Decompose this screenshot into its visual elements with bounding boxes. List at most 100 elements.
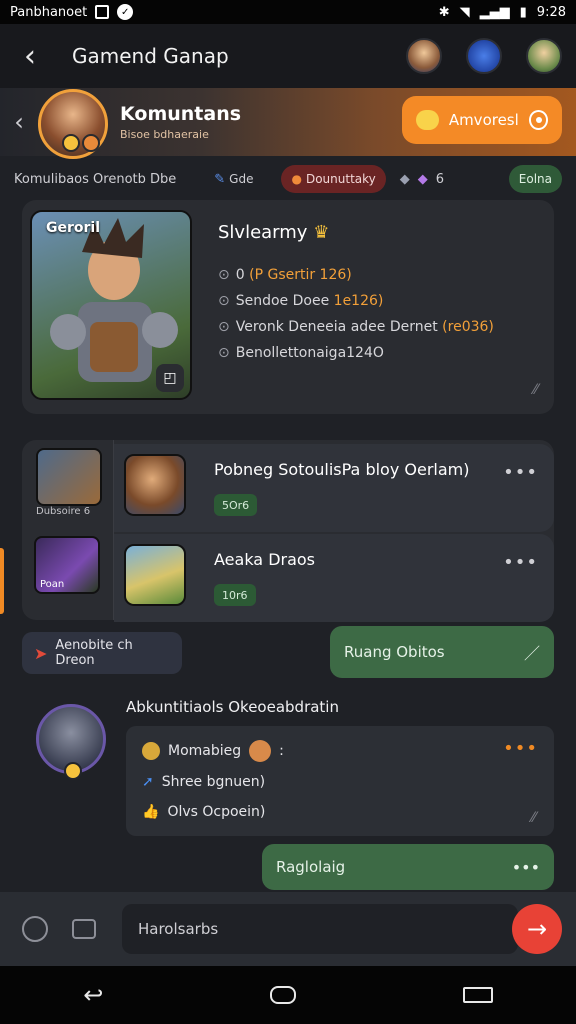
tag-icon: ◆: [399, 171, 410, 187]
power-icon[interactable]: [22, 916, 48, 942]
crown-icon: ♛: [313, 222, 330, 243]
post-header: Abkuntitiaols Okeoeabdratin: [126, 698, 339, 716]
stat-label: 0: [235, 267, 245, 283]
status-bar: Panbhanoet ✓ ✱ ◥ ▂▄▆ ▮ 9:28: [0, 0, 576, 24]
more-options-icon[interactable]: •••: [503, 462, 538, 483]
stat-value: (re036): [442, 319, 494, 335]
pencil-icon: ✎: [214, 171, 226, 187]
game-list-sidebar: Dubsoire 6 Poan: [22, 440, 114, 620]
share-icon: ➚: [142, 774, 154, 790]
game-list: Dubsoire 6 Poan Pobneg SotoulisPa bloy O…: [22, 440, 554, 622]
post-line: Momabieg :: [142, 740, 284, 762]
chevron-left-icon[interactable]: ‹: [0, 108, 38, 136]
game-title: Aeaka Draos: [214, 550, 316, 569]
post-line-text: Olvs Ocpoein): [167, 804, 266, 820]
battery-icon: ▮: [519, 4, 527, 20]
status-time: 9:28: [536, 4, 566, 20]
stat-value: a124O: [337, 345, 384, 361]
message-pill-right[interactable]: Ruang Obitos ／: [330, 626, 554, 678]
signal-icon: ▂▄▆: [479, 4, 510, 20]
member-avatar-2[interactable]: [466, 38, 502, 74]
stat-row: ⊙ 0 (P Gsertir 126): [218, 262, 494, 288]
resize-handle-icon[interactable]: ⁄⁄: [533, 382, 538, 398]
reply-bubble[interactable]: Raglolaig •••: [262, 844, 554, 890]
community-action-button[interactable]: Amvoresl: [402, 96, 562, 144]
action-label: Amvoresl: [448, 111, 519, 129]
game-thumbnail[interactable]: [124, 544, 186, 606]
badge-icon: [62, 134, 80, 152]
message-pill-left[interactable]: ➤ Aenobite ch Dreon: [22, 632, 182, 674]
community-name: Komuntans: [120, 103, 242, 125]
forward-arrow-icon: ➤: [34, 643, 48, 663]
game-badge: 10r6: [214, 584, 256, 606]
game-tile-2[interactable]: Poan: [34, 536, 100, 594]
badge-icon: [82, 134, 100, 152]
back-arrow-icon: ‹: [24, 38, 36, 74]
like-icon: 👍: [142, 804, 160, 820]
stat-value: (P Gsertir 126): [249, 267, 352, 283]
resize-handle-icon[interactable]: ⁄⁄: [531, 810, 536, 826]
message-input-placeholder: Harolsarbs: [138, 920, 219, 938]
game-badge: 5Or6: [214, 494, 258, 516]
hero-title-text: Slvlearmy: [218, 222, 308, 243]
game-tile-caption: Dubsoire 6: [36, 506, 91, 517]
author-badge-icon: [64, 762, 82, 780]
more-options-icon[interactable]: •••: [503, 738, 538, 759]
bullet-icon: ⊙: [218, 345, 230, 361]
member-avatar-3[interactable]: [526, 38, 562, 74]
post-line-text: Momabieg: [168, 743, 242, 759]
gallery-icon: [95, 5, 110, 19]
target-icon: [528, 110, 548, 130]
filter-chip-1[interactable]: Gde: [225, 165, 263, 193]
community-badges: [62, 134, 100, 152]
game-tile-2-label: Poan: [40, 579, 65, 590]
game-tile-1[interactable]: [36, 448, 102, 506]
attachment-icon[interactable]: [72, 919, 96, 939]
send-arrow-icon: →: [526, 915, 548, 943]
game-row[interactable]: Aeaka Draos 10r6 •••: [114, 534, 554, 622]
game-title: Pobneg SotoulisPa bloy Oerlam): [214, 460, 470, 479]
emoji-icon: [249, 740, 272, 762]
bullet-icon: ⊙: [218, 319, 230, 335]
nav-back-icon[interactable]: ↩: [83, 981, 103, 1009]
stat-label: Sendoe Doee: [235, 293, 330, 309]
nav-home-icon[interactable]: [270, 986, 297, 1004]
stat-row: ⊙ Veronk Deneeia adee Dernet (re036): [218, 314, 494, 340]
filter-chip-2[interactable]: ● Dounuttaky: [281, 165, 386, 193]
top-app-bar: ‹ Gamend Ganap: [0, 24, 576, 88]
message-input[interactable]: Harolsarbs: [122, 904, 518, 954]
post-line-suffix: :: [279, 743, 284, 759]
post-line: 👍 Olvs Ocpoein): [142, 804, 265, 820]
hero-stats: ⊙ 0 (P Gsertir 126) ⊙ Sendoe Doee 1e126) ⊙…: [218, 262, 494, 366]
gem-icon: ◆: [417, 171, 428, 187]
stat-label: Benollettonaig: [235, 345, 338, 361]
filter-bar: Komulibaos Orenotb Dbe ✎ Gde ● Dounuttak…: [0, 160, 576, 198]
reply-text: Raglolaig: [276, 858, 346, 876]
hero-image[interactable]: Geroril ◰: [30, 210, 192, 400]
status-left-text: Panbhanoet: [10, 4, 88, 20]
chat-bubble-icon: [416, 110, 439, 130]
more-options-icon[interactable]: •••: [512, 858, 540, 877]
game-thumbnail[interactable]: [124, 454, 186, 516]
member-avatar-1[interactable]: [406, 38, 442, 74]
pill-right-text: Ruang Obitos: [344, 643, 445, 661]
hero-image-label: Geroril: [46, 220, 101, 236]
bluetooth-icon: ✱: [438, 4, 450, 20]
edit-icon[interactable]: ／: [524, 640, 540, 664]
filter-chip-3[interactable]: 6: [436, 172, 444, 187]
wifi-icon: ◥: [459, 4, 470, 20]
hero-title: Slvlearmy ♛: [218, 222, 329, 243]
stat-value: 1e126): [333, 293, 384, 309]
nav-recents-icon[interactable]: [462, 987, 493, 1003]
send-button[interactable]: →: [512, 904, 562, 954]
hero-card[interactable]: Geroril ◰ Slvlearmy ♛ ⊙ 0 (P Gsertir 126)…: [22, 200, 554, 414]
filter-chip-4[interactable]: Eolna: [508, 165, 562, 193]
notification-icon: ✓: [117, 4, 134, 20]
expand-icon[interactable]: ◰: [156, 364, 184, 392]
game-row[interactable]: Pobneg SotoulisPa bloy Oerlam) 5Or6 •••: [114, 444, 554, 532]
back-button[interactable]: ‹: [0, 24, 60, 88]
system-nav-bar: ↩: [0, 966, 576, 1024]
post-line: ➚ Shree bgnuen): [142, 774, 265, 790]
more-options-icon[interactable]: •••: [503, 552, 538, 573]
post-card[interactable]: Momabieg : ➚ Shree bgnuen) 👍 Olvs Ocpoei…: [126, 726, 554, 836]
